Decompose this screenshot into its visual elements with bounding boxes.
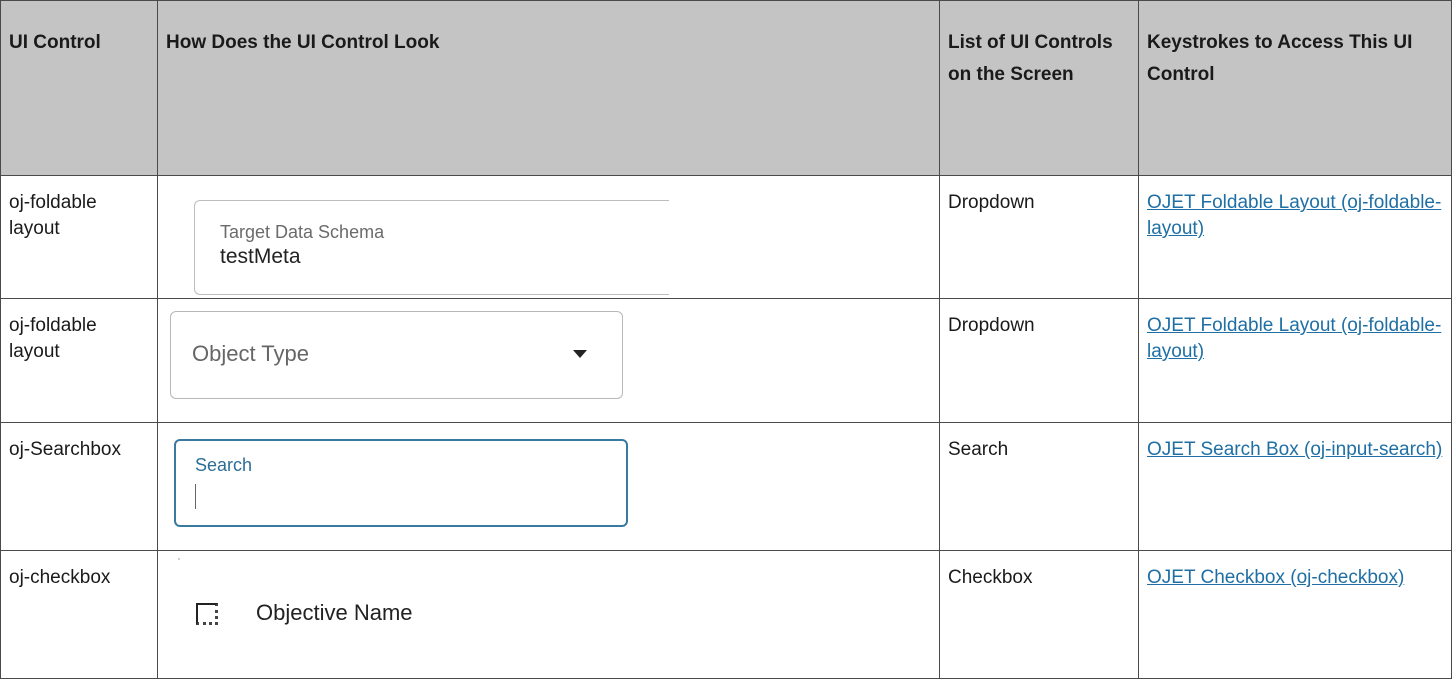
keystrokes-link[interactable]: OJET Search Box (oj-input-search) xyxy=(1147,439,1442,460)
image-artifact xyxy=(178,558,180,560)
ui-control-name: oj-checkbox xyxy=(0,550,158,679)
ui-controls-table: UI Control How Does the UI Control Look … xyxy=(0,0,1452,679)
control-type: Dropdown xyxy=(939,298,1139,423)
field-value: testMeta xyxy=(220,245,301,268)
control-preview-cell: Target Data Schema testMeta xyxy=(157,175,940,299)
field-label: Target Data Schema xyxy=(220,222,385,242)
table-row: oj-foldable layout Object Type Dropdown … xyxy=(0,298,1452,423)
search-box: Search xyxy=(174,439,628,527)
control-type: Dropdown xyxy=(939,175,1139,299)
ui-control-name: oj-Searchbox xyxy=(0,422,158,551)
keystrokes-link[interactable]: OJET Foldable Layout (oj-foldable-layout… xyxy=(1147,315,1441,362)
keystrokes-link[interactable]: OJET Checkbox (oj-checkbox) xyxy=(1147,567,1404,588)
table-row: oj-checkbox Objective Name Checkbox OJET… xyxy=(0,550,1452,679)
target-data-schema-field: Target Data Schema testMeta xyxy=(194,200,669,295)
header-row: UI Control How Does the UI Control Look … xyxy=(0,0,1452,176)
dropdown-placeholder: Object Type xyxy=(192,341,309,366)
keystrokes-cell: OJET Foldable Layout (oj-foldable-layout… xyxy=(1138,175,1452,299)
control-preview-cell: Search xyxy=(157,422,940,551)
control-preview-cell: Object Type xyxy=(157,298,940,423)
checkbox-icon xyxy=(196,603,218,625)
header-look: How Does the UI Control Look xyxy=(157,0,940,176)
control-type: Checkbox xyxy=(939,550,1139,679)
object-type-dropdown: Object Type xyxy=(170,311,623,399)
checkbox-label: Objective Name xyxy=(256,600,413,625)
control-preview-cell: Objective Name xyxy=(157,550,940,679)
ui-control-name: oj-foldable layout xyxy=(0,175,158,299)
dropdown-caret-icon xyxy=(573,350,587,358)
header-keystrokes: Keystrokes to Access This UI Control xyxy=(1138,0,1452,176)
control-type: Search xyxy=(939,422,1139,551)
keystrokes-cell: OJET Search Box (oj-input-search) xyxy=(1138,422,1452,551)
ui-control-name: oj-foldable layout xyxy=(0,298,158,423)
text-cursor xyxy=(195,484,196,509)
table-row: oj-foldable layout Target Data Schema te… xyxy=(0,175,1452,299)
keystrokes-cell: OJET Checkbox (oj-checkbox) xyxy=(1138,550,1452,679)
keystrokes-link[interactable]: OJET Foldable Layout (oj-foldable-layout… xyxy=(1147,192,1441,239)
header-ui-control: UI Control xyxy=(0,0,158,176)
header-list: List of UI Controls on the Screen xyxy=(939,0,1139,176)
search-label: Search xyxy=(195,455,253,475)
table-row: oj-Searchbox Search Search OJET Search B… xyxy=(0,422,1452,551)
keystrokes-cell: OJET Foldable Layout (oj-foldable-layout… xyxy=(1138,298,1452,423)
